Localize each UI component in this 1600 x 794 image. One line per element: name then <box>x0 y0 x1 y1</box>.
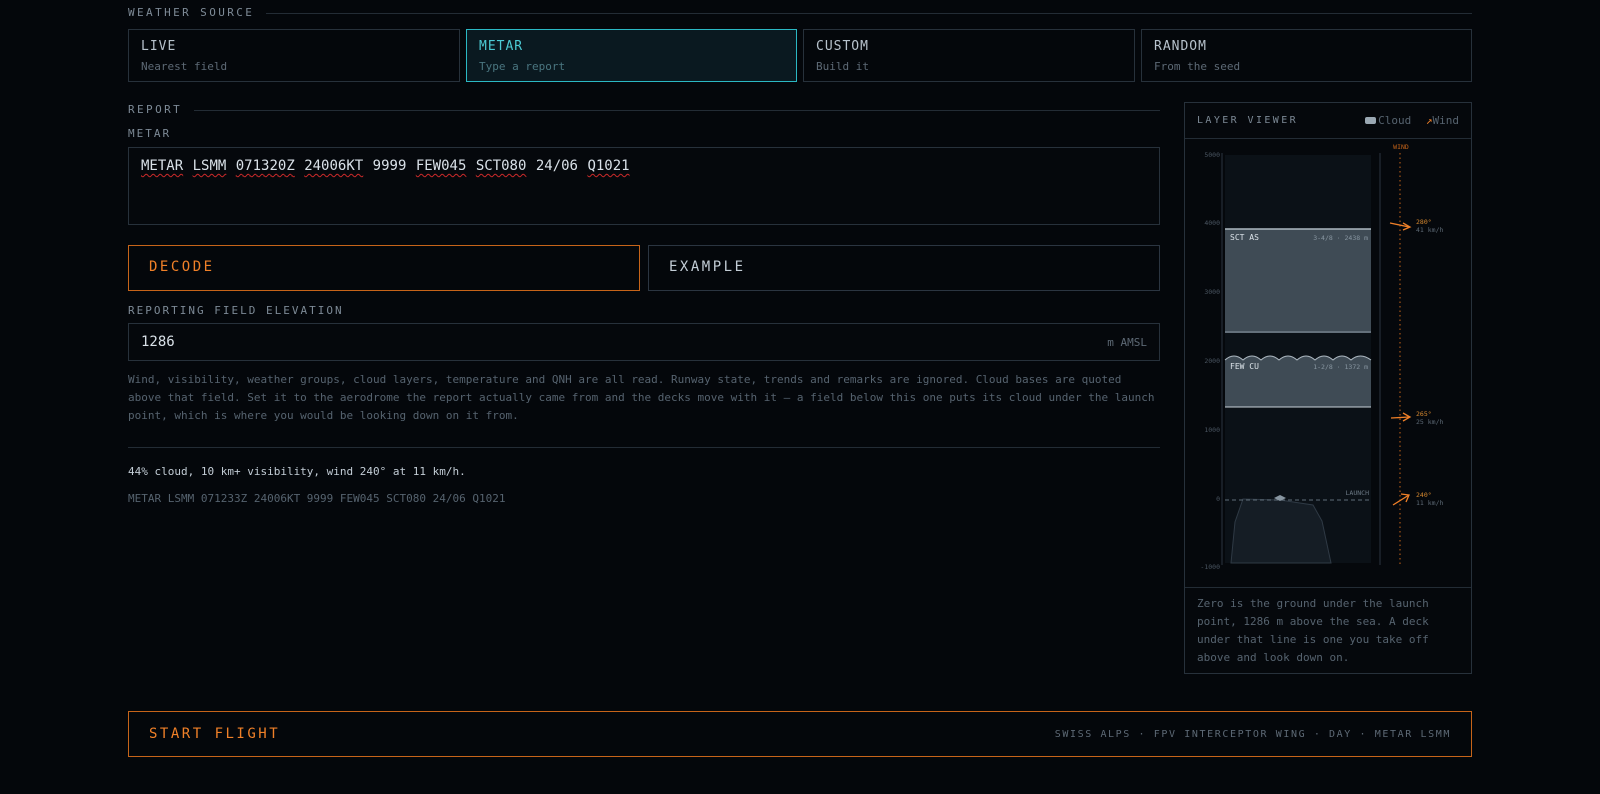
flight-summary: SWISS ALPS · FPV INTERCEPTOR WING · DAY … <box>1054 729 1451 740</box>
legend-cloud: Cloud <box>1378 114 1412 127</box>
layer-name: FEW CU <box>1230 362 1259 371</box>
wind-axis-label: WIND <box>1393 143 1409 151</box>
source-option-random[interactable]: RANDOM From the seed <box>1141 29 1472 82</box>
metar-token: Q1021 <box>587 158 630 174</box>
source-option-label: RANDOM <box>1154 39 1207 54</box>
help-text: Wind, visibility, weather groups, cloud … <box>128 373 1155 422</box>
legend-wind: Wind <box>1432 114 1460 127</box>
source-option-metar[interactable]: METAR Type a report <box>466 29 797 82</box>
metar-token: SCT080 <box>475 158 527 174</box>
section-divider <box>266 13 1472 14</box>
elevation-label: REPORTING FIELD ELEVATION <box>128 304 344 317</box>
metar-input[interactable]: METAR LSMM 071320Z 24006KT 9999 FEW045 S… <box>128 147 1160 225</box>
panel-divider <box>1185 587 1471 588</box>
layer-viewer-note: Zero is the ground under the launch poin… <box>1197 597 1429 664</box>
source-option-label: LIVE <box>141 39 177 54</box>
metar-token: METAR <box>141 158 184 174</box>
weather-summary: 44% cloud, 10 km+ visibility, wind 240° … <box>128 465 466 478</box>
start-flight-label: START FLIGHT <box>149 726 281 742</box>
layer-chart: 5000 4000 3000 2000 1000 0 -1000 SCT AS … <box>1200 143 1443 571</box>
wind-speed: 41 km/h <box>1416 226 1443 234</box>
layer-detail: 1-2/8 · 1372 m <box>1313 363 1368 371</box>
example-button[interactable]: EXAMPLE <box>648 245 1160 291</box>
y-tick: 0 <box>1216 495 1220 503</box>
y-tick: 4000 <box>1204 219 1220 227</box>
report-title: REPORT <box>128 103 183 116</box>
layer-detail: 3-4/8 · 2438 m <box>1313 234 1368 242</box>
elevation-value: 1286 <box>141 334 175 350</box>
y-tick: 1000 <box>1204 426 1220 434</box>
wind-arrow-icon <box>1392 493 1410 506</box>
layer-name: SCT AS <box>1230 233 1259 242</box>
wind-dir: 265° <box>1416 410 1432 418</box>
source-option-label: METAR <box>479 39 524 54</box>
metar-token: FEW045 <box>415 158 467 174</box>
metar-token: 24/06 <box>535 158 578 174</box>
cloud-legend-swatch <box>1365 117 1377 124</box>
y-tick: -1000 <box>1200 563 1220 571</box>
launch-label: LAUNCH <box>1346 489 1370 497</box>
y-tick: 2000 <box>1204 357 1220 365</box>
source-option-sub: Type a report <box>479 60 566 73</box>
source-option-custom[interactable]: CUSTOM Build it <box>803 29 1135 82</box>
metar-token: 24006KT <box>304 158 364 174</box>
section-divider <box>128 447 1160 448</box>
weather-source-title: WEATHER SOURCE <box>128 6 255 19</box>
decoded-metar: METAR LSMM 071233Z 24006KT 9999 FEW045 S… <box>128 492 506 505</box>
wind-legend-icon: ↗ <box>1425 114 1433 127</box>
elevation-field[interactable]: 1286 m AMSL <box>128 323 1160 361</box>
legend: Cloud ↗Wind <box>1365 114 1459 127</box>
elevation-unit: m AMSL <box>1107 336 1147 349</box>
wind-dir: 280° <box>1416 218 1432 226</box>
y-tick: 3000 <box>1204 288 1220 296</box>
start-flight-button[interactable]: START FLIGHT SWISS ALPS · FPV INTERCEPTO… <box>128 711 1472 757</box>
wind-speed: 25 km/h <box>1416 418 1443 426</box>
source-option-live[interactable]: LIVE Nearest field <box>128 29 460 82</box>
layer-viewer-panel: LAYER VIEWER Cloud ↗Wind 5000 4000 3000 … <box>1184 102 1472 674</box>
metar-token: LSMM <box>192 158 227 174</box>
section-divider <box>194 110 1160 111</box>
source-option-sub: From the seed <box>1154 60 1241 73</box>
source-option-sub: Build it <box>816 60 869 73</box>
layer-viewer-title: LAYER VIEWER <box>1197 115 1299 126</box>
wind-speed: 11 km/h <box>1416 499 1443 507</box>
source-option-sub: Nearest field <box>141 60 228 73</box>
source-option-label: CUSTOM <box>816 39 869 54</box>
y-tick: 5000 <box>1204 151 1220 159</box>
wind-dir: 240° <box>1416 491 1432 499</box>
decode-button[interactable]: DECODE <box>128 245 640 291</box>
cloud-layer-sct <box>1225 229 1371 333</box>
metar-token: 9999 <box>372 158 407 174</box>
metar-token: 071320Z <box>235 158 295 174</box>
metar-label: METAR <box>128 127 172 140</box>
